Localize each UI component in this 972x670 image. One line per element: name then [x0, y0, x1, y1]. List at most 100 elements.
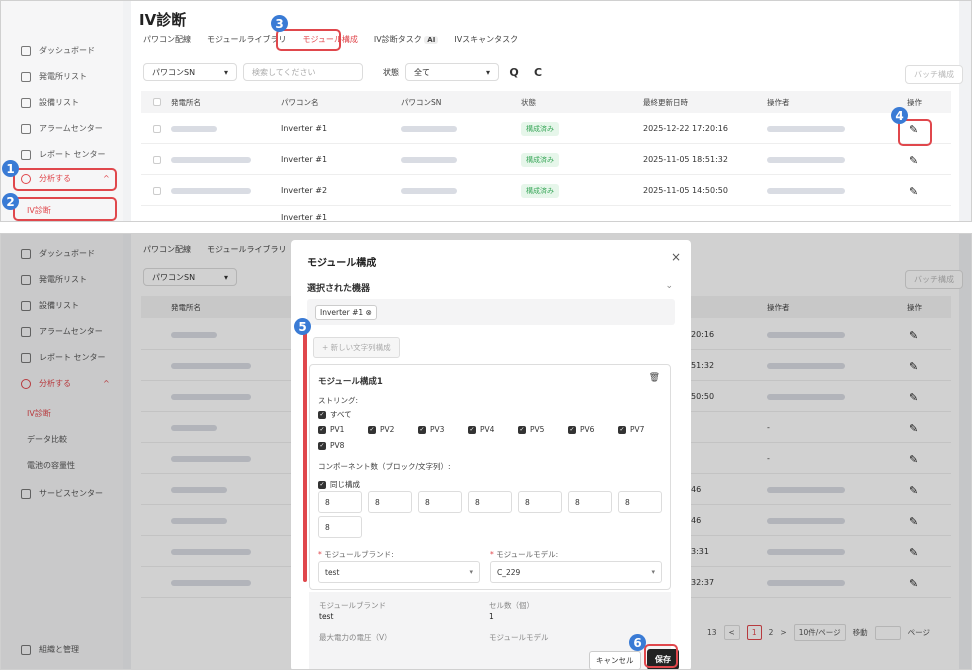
status-badge: 構成済み — [521, 122, 559, 136]
search-input[interactable]: 検索してください — [243, 63, 363, 81]
tab-wiring[interactable]: パワコン配線 — [143, 34, 191, 45]
selected-devices-label: 選択された機器 — [307, 284, 371, 294]
sidebar-item-devices[interactable]: 設備リスト — [21, 97, 79, 108]
table-row: Inverter #2 構成済み 2025-11-05 14:50:50 ✎ — [141, 176, 951, 206]
row-checkbox[interactable] — [153, 187, 161, 195]
chk-label: PV2 — [380, 425, 395, 434]
sidebar-item-dashboard[interactable]: ダッシュボード — [21, 45, 95, 56]
count-input[interactable]: 8 — [618, 491, 662, 513]
search-button[interactable]: Q — [505, 63, 523, 81]
step-marker-3: 3 — [271, 15, 288, 32]
model-label: * モジュールモデル: — [490, 550, 559, 559]
chk-label: すべて — [330, 410, 352, 419]
chk-label: PV3 — [430, 425, 445, 434]
device-chip[interactable]: Inverter #1 ⊗ — [315, 305, 377, 320]
select-all-checkbox[interactable] — [153, 98, 161, 106]
chk-label: PV7 — [630, 425, 645, 434]
th: 操作 — [907, 98, 922, 107]
th: 最終更新日時 — [643, 98, 688, 107]
count-input[interactable]: 8 — [318, 491, 362, 513]
selected-devices-bar: Inverter #1 ⊗ — [307, 299, 675, 325]
info-value: 1 — [489, 612, 494, 621]
redacted-sn — [401, 126, 457, 132]
inverter-name: Inverter #1 — [281, 213, 328, 222]
edit-icon[interactable]: ✎ — [909, 154, 918, 167]
pv-checkbox[interactable]: ✓ PV3 — [418, 425, 444, 434]
tab-module-library[interactable]: モジュールライブラリ — [207, 34, 286, 45]
batch-config-button[interactable]: バッチ構成 — [905, 65, 963, 84]
row-checkbox[interactable] — [153, 125, 161, 133]
field-value: パワコンSN — [152, 67, 196, 77]
count-input[interactable]: 8 — [368, 491, 412, 513]
th: パワコンSN — [401, 98, 442, 107]
tab-iv-scan[interactable]: IVスキャンタスク — [454, 34, 518, 45]
pv-checkbox[interactable]: ✓ PV7 — [618, 425, 644, 434]
sidebar-label: ダッシュボード — [39, 46, 95, 55]
model-select[interactable]: C_229 ▾ — [490, 561, 662, 583]
count-input[interactable]: 8 — [518, 491, 562, 513]
th: 発電所名 — [171, 98, 201, 107]
chevron-down-icon[interactable]: ⌄ — [665, 281, 673, 291]
step-marker-1: 1 — [2, 160, 19, 177]
pv-checkbox[interactable]: ✓ PV4 — [468, 425, 494, 434]
inverter-name: Inverter #1 — [281, 155, 328, 164]
sidebar-item-alarms[interactable]: アラームセンター — [21, 123, 103, 134]
modal-title: モジュール構成 — [307, 258, 377, 269]
info-label: セル数（個） — [489, 601, 534, 610]
brand-value: test — [325, 568, 340, 577]
ai-badge: AI — [424, 36, 439, 44]
chk-label: PV4 — [480, 425, 495, 434]
count-input[interactable]: 8 — [468, 491, 512, 513]
sidebar-item-plants[interactable]: 発電所リスト — [21, 71, 87, 82]
count-input[interactable]: 8 — [418, 491, 462, 513]
module-config-modal: モジュール構成 × 選択された機器 ⌄ Inverter #1 ⊗ + 新しい文… — [291, 240, 691, 669]
dashboard-icon — [21, 45, 31, 56]
module-config-dialog-view: ダッシュボード 発電所リスト 設備リスト アラームセンター レポート センター … — [0, 233, 972, 670]
all-checkbox[interactable]: ✓ すべて — [318, 409, 352, 420]
pv-checkbox[interactable]: ✓ PV1 — [318, 425, 344, 434]
pv-checkbox[interactable]: ✓ PV6 — [568, 425, 594, 434]
caret-down-icon: ▾ — [469, 568, 473, 576]
field-select[interactable]: パワコンSN ▾ — [143, 63, 237, 81]
count-input[interactable]: 8 — [318, 516, 362, 538]
cancel-button[interactable]: キャンセル — [589, 651, 641, 669]
pv-checkbox[interactable]: ✓ PV5 — [518, 425, 544, 434]
edit-icon[interactable]: ✎ — [909, 185, 918, 198]
close-icon[interactable]: × — [671, 250, 681, 264]
caret-down-icon: ▾ — [223, 67, 228, 77]
row-checkbox[interactable] — [153, 156, 161, 164]
status-badge: 構成済み — [521, 184, 559, 198]
reset-button[interactable]: C — [529, 63, 547, 81]
highlight-save — [644, 644, 678, 668]
count-input[interactable]: 8 — [568, 491, 612, 513]
step-marker-6: 6 — [629, 634, 646, 651]
config-title: モジュール構成1 — [318, 377, 383, 387]
step-marker-4: 4 — [891, 107, 908, 124]
model-value: C_229 — [497, 568, 521, 577]
redacted-operator — [767, 188, 845, 194]
table-row: Inverter #1 構成済み 2025-12-22 17:20:16 ✎ — [141, 114, 951, 144]
inverter-name: Inverter #2 — [281, 186, 328, 195]
redacted-sn — [401, 188, 457, 194]
brand-select[interactable]: test ▾ — [318, 561, 480, 583]
status-badge: 構成済み — [521, 153, 559, 167]
brand-label: * モジュールブランド: — [318, 550, 394, 559]
add-string-config-button[interactable]: + 新しい文字列構成 — [313, 337, 400, 358]
pv-checkbox[interactable]: ✓ PV2 — [368, 425, 394, 434]
config-card: モジュール構成1 🗑 ストリング: ✓ すべて ✓ PV1 ✓ PV2 ✓ PV3 ✓ P… — [309, 364, 671, 590]
page-title: IV診断 — [139, 11, 187, 29]
component-label: コンポーネント数（ブロック/文字列）: — [318, 462, 451, 471]
same-config-checkbox[interactable]: ✓ 同じ構成 — [318, 479, 360, 490]
sidebar-label: アラームセンター — [39, 124, 103, 133]
tab-iv-tasks[interactable]: IV診断タスク AI — [374, 34, 439, 45]
status-select[interactable]: 全て ▾ — [405, 63, 499, 81]
sidebar-item-reports[interactable]: レポート センター — [21, 149, 106, 160]
pv-checkbox[interactable]: ✓ PV8 — [318, 441, 344, 450]
report-icon — [21, 149, 31, 160]
redacted-plant — [171, 157, 251, 163]
redacted-operator — [767, 157, 845, 163]
trash-icon[interactable]: 🗑 — [649, 373, 660, 383]
step-marker-2: 2 — [2, 193, 19, 210]
step-marker-5: 5 — [294, 318, 311, 335]
status-label: 状態 — [383, 67, 399, 77]
